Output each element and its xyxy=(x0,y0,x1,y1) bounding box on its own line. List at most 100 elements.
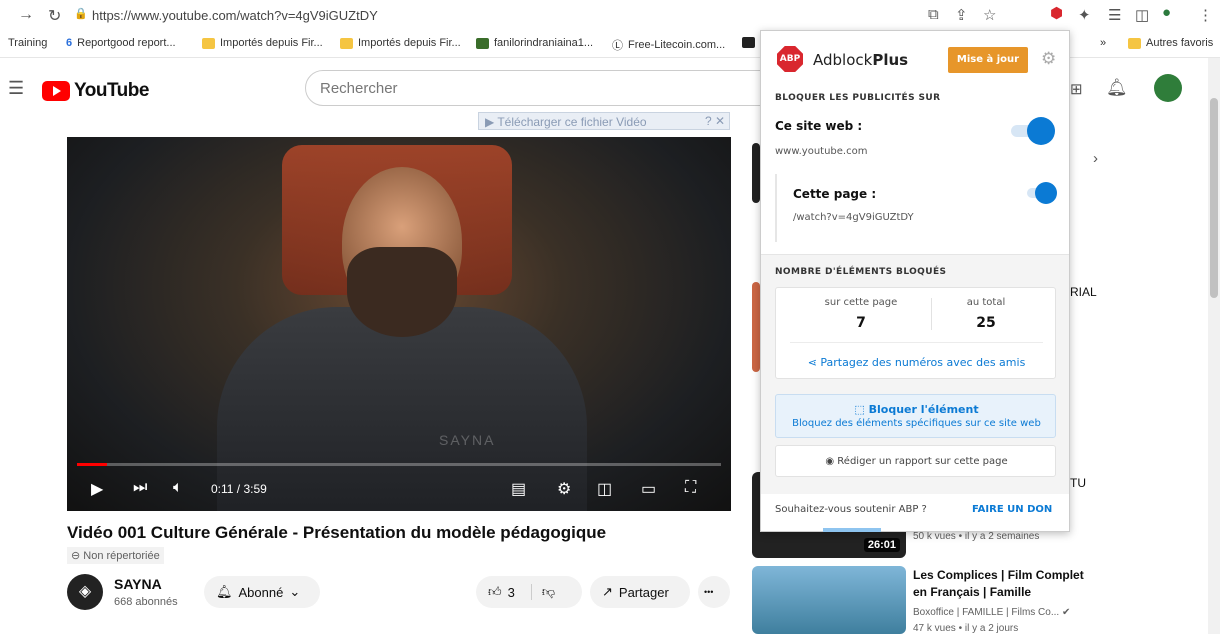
reload-icon[interactable]: ↻ xyxy=(48,6,61,26)
popup-bottom-tab xyxy=(823,528,881,532)
report-button[interactable]: ◉ Rédiger un rapport sur cette page xyxy=(775,445,1056,477)
side-panel-icon[interactable]: ◫ xyxy=(1135,6,1149,24)
bookmark-fanilo[interactable]: fanilorindraniaina1... xyxy=(476,37,593,49)
bookmark-partial[interactable] xyxy=(742,37,755,48)
share-icon: ↗ xyxy=(602,584,613,599)
update-button[interactable]: Mise à jour xyxy=(948,47,1028,73)
notifications-bell-icon[interactable]: 🔔︎ xyxy=(1106,78,1128,98)
page-toggle-knob xyxy=(1035,182,1057,204)
play-icon[interactable]: ▶ xyxy=(91,479,103,499)
subtitles-icon[interactable]: ▤ xyxy=(511,479,526,499)
recommendation-title-partial[interactable]: TU xyxy=(1070,476,1086,490)
blocked-count-section-title: NOMBRE D'ÉLÉMENTS BLOQUÉS xyxy=(775,267,947,277)
more-actions-button[interactable]: ••• xyxy=(698,576,730,608)
recommendation-thumbnail[interactable] xyxy=(752,282,760,372)
subscribe-button[interactable]: 🔔︎ Abonné ⌄ xyxy=(204,576,320,608)
forward-icon[interactable]: → xyxy=(18,6,34,24)
report-label: ◉ Rédiger un rapport sur cette page xyxy=(825,456,1008,467)
other-bookmarks[interactable]: Autres favoris xyxy=(1128,37,1213,49)
bell-icon: 🔔︎ xyxy=(216,584,233,599)
youtube-logo[interactable]: YouTube xyxy=(42,80,149,102)
site-domain: www.youtube.com xyxy=(775,146,868,157)
bookmark-free-litecoin[interactable]: Ⓛ Free-Litecoin.com... xyxy=(612,37,725,53)
bookmark-training[interactable]: Training xyxy=(8,37,47,49)
channel-avatar[interactable]: ◈ xyxy=(67,574,103,610)
share-button[interactable]: ↗ Partager xyxy=(590,576,690,608)
bookmark-imported-2[interactable]: Importés depuis Fir... xyxy=(340,37,461,49)
profile-icon[interactable]: ● xyxy=(1162,4,1171,21)
page-path: /watch?v=4gV9iGUZtDY xyxy=(793,212,914,223)
extensions-icon[interactable]: ✦ xyxy=(1078,6,1091,24)
settings-gear-icon[interactable]: ⚙ xyxy=(557,479,571,499)
abp-extension-icon[interactable]: ⬢ xyxy=(1050,4,1063,22)
chevron-right-icon[interactable]: › xyxy=(1093,150,1098,167)
volume-icon[interactable]: 🔈︎ xyxy=(173,479,183,497)
bookmark-imported-1[interactable]: Importés depuis Fir... xyxy=(202,37,323,49)
folder-icon xyxy=(1128,37,1141,49)
page-scrollbar[interactable] xyxy=(1208,58,1220,634)
like-icon[interactable]: 👍︎ xyxy=(488,584,502,600)
recommendation-title-partial[interactable]: RIAL xyxy=(1070,285,1097,299)
search-input[interactable]: Rechercher xyxy=(305,70,775,106)
reportgood-icon: 6 xyxy=(66,37,73,49)
page-toggle[interactable] xyxy=(1027,182,1057,204)
browser-menu-icon[interactable]: ⋮ xyxy=(1198,6,1213,24)
chevron-down-icon: ⌄ xyxy=(289,584,301,599)
fullscreen-icon[interactable]: ⛶ xyxy=(685,479,696,497)
scrollbar-thumb[interactable] xyxy=(1210,98,1218,298)
browser-toolbar: → ↻ 🔒 https://www.youtube.com/watch?v=4g… xyxy=(0,0,1220,30)
miniplayer-icon[interactable]: ◫ xyxy=(597,479,612,499)
recommendation-views: 47 k vues • il y a 2 jours xyxy=(913,623,1019,634)
abp-brand: AdblockPlus xyxy=(813,51,909,69)
lock-icon[interactable]: 🔒 xyxy=(74,7,88,20)
channel-subscribers: 668 abonnés xyxy=(114,596,178,608)
settings-gear-icon[interactable]: ⚙ xyxy=(1041,49,1056,69)
video-player[interactable]: SAYNA ▶ ⏭ 🔈︎ 0:11 / 3:59 ▤ ⚙ ◫ ▭ ⛶ xyxy=(67,137,731,511)
site-icon xyxy=(742,37,755,48)
bookmark-reportgood[interactable]: 6 Reportgood report... xyxy=(66,37,176,49)
abp-logo: ABP xyxy=(777,46,803,72)
cursor-select-icon: ⬚ xyxy=(854,403,865,416)
download-video-bar[interactable]: ▶ Télécharger ce fichier Vidéo ? ✕ xyxy=(478,112,730,130)
recommendation-thumbnail[interactable] xyxy=(752,143,760,203)
time-display: 0:11 / 3:59 xyxy=(211,482,267,496)
like-count: 3 xyxy=(507,584,515,600)
page-label: Cette page : xyxy=(793,187,877,201)
site-icon xyxy=(476,37,489,49)
close-icon[interactable]: ? ✕ xyxy=(705,114,725,128)
recommendation-thumbnail[interactable] xyxy=(752,566,906,634)
channel-name[interactable]: SAYNA xyxy=(114,576,162,592)
user-avatar[interactable] xyxy=(1154,74,1182,102)
theater-mode-icon[interactable]: ▭ xyxy=(641,479,656,499)
install-icon[interactable]: ⧉ xyxy=(928,6,939,23)
share-numbers-link[interactable]: ⋖ Partagez des numéros avec des amis xyxy=(776,356,1057,369)
video-title: Vidéo 001 Culture Générale - Présentatio… xyxy=(67,523,607,542)
unlisted-badge: ⊖ Non répertoriée xyxy=(67,547,164,564)
block-element-title: ⬚ Bloquer l'élément xyxy=(854,403,979,416)
more-bookmarks-button[interactable]: » xyxy=(1100,37,1106,49)
progress-fill xyxy=(77,463,107,466)
star-icon[interactable]: ☆ xyxy=(983,6,996,24)
recommendation-title[interactable]: Les Complices | Film Complet en Français… xyxy=(913,567,1093,601)
stats-area: NOMBRE D'ÉLÉMENTS BLOQUÉS sur cette page… xyxy=(761,254,1069,494)
share-page-icon[interactable]: ⇪ xyxy=(955,6,968,24)
site-toggle-knob xyxy=(1027,117,1055,145)
address-bar[interactable]: https://www.youtube.com/watch?v=4gV9iGUZ… xyxy=(92,8,378,23)
progress-bar[interactable] xyxy=(77,463,721,466)
divider xyxy=(775,174,777,242)
reading-list-icon[interactable]: ☰ xyxy=(1108,6,1121,24)
litecoin-icon: Ⓛ xyxy=(612,40,623,52)
divider xyxy=(790,342,1043,343)
hamburger-menu-icon[interactable]: ☰ xyxy=(8,78,24,99)
next-icon[interactable]: ⏭ xyxy=(133,479,147,497)
create-video-icon[interactable]: ⊞ xyxy=(1070,80,1083,98)
folder-icon xyxy=(340,37,353,49)
block-element-button[interactable]: ⬚ Bloquer l'élément Bloquez des éléments… xyxy=(775,394,1056,438)
site-toggle[interactable] xyxy=(1011,117,1055,145)
donate-link[interactable]: FAIRE UN DON xyxy=(972,504,1052,515)
site-label: Ce site web : xyxy=(775,119,863,133)
dislike-icon[interactable]: 👎︎ xyxy=(530,584,555,600)
on-page-label: sur cette page xyxy=(824,297,898,308)
stats-card: sur cette page 7 au total 25 ⋖ Partagez … xyxy=(775,287,1056,379)
recommendation-channel[interactable]: Boxoffice | FAMILLE | Films Co... ✔ xyxy=(913,607,1070,618)
